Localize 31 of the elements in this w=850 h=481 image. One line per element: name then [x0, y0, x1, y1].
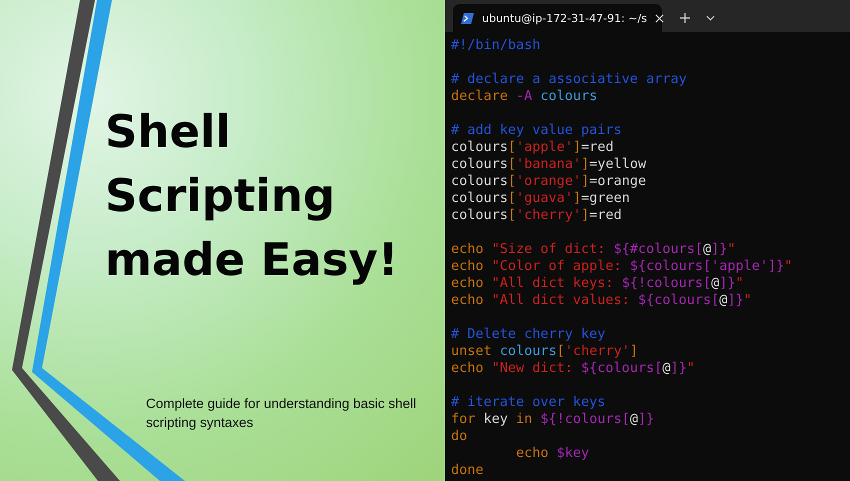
code-line: colours['cherry']=red [451, 207, 622, 224]
code-line: for key in ${!colours[@]} [451, 411, 654, 428]
close-icon[interactable] [654, 14, 664, 22]
code-line: colours['orange']=orange [451, 173, 646, 190]
code-line: echo "Color of apple: ${colours['apple']}" [451, 258, 792, 275]
code-line: colours['banana']=yellow [451, 156, 646, 173]
code-line: # Delete cherry key [451, 326, 606, 343]
terminal-tab[interactable]: ubuntu@ip-172-31-47-91: ~/s [453, 4, 662, 32]
code-line: colours['apple']=red [451, 139, 614, 156]
code-line: echo "Size of dict: ${#colours[@]}" [451, 241, 736, 258]
code-line: # add key value pairs [451, 122, 622, 139]
code-line: # declare a associative array [451, 71, 687, 88]
code-line: declare -A colours [451, 88, 598, 105]
code-line: do [451, 428, 468, 445]
chevron-down-icon[interactable] [706, 15, 715, 21]
code-line: echo "All dict keys: ${!colours[@]}" [451, 275, 744, 292]
code-line: unset colours['cherry'] [451, 343, 638, 360]
code-line: echo "All dict values: ${colours[@]}" [451, 292, 752, 309]
code-line: echo $key [515, 445, 590, 462]
code-line: echo "New dict: ${colours[@]}" [451, 360, 695, 377]
terminal-icon [461, 12, 474, 24]
slide-subtitle: Complete guide for understanding basic shell scripting syntaxes [146, 395, 418, 432]
code-line: done [451, 462, 484, 479]
slide-title: Scripting [105, 168, 336, 224]
code-line: # iterate over keys [451, 394, 606, 411]
plus-icon[interactable] [680, 13, 690, 23]
tab-title: ubuntu@ip-172-31-47-91: ~/s [482, 12, 647, 24]
code-line: colours['guava']=green [451, 190, 630, 207]
code-line: #!/bin/bash [451, 37, 540, 54]
slide-title: made Easy! [105, 232, 398, 288]
slide-title: Shell [105, 104, 231, 160]
